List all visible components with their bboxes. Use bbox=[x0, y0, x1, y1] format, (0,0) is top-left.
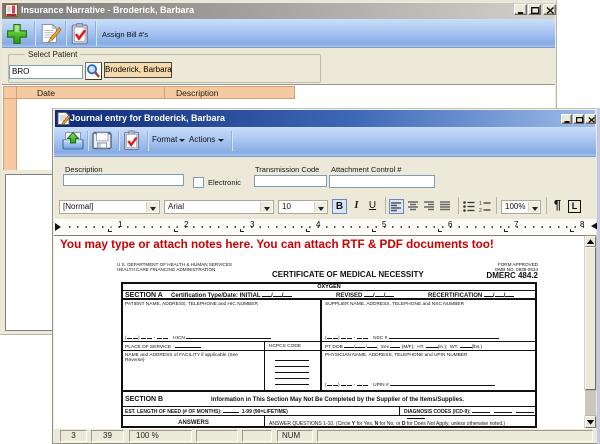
svg-text:1: 1 bbox=[479, 201, 482, 207]
svg-text:2: 2 bbox=[479, 208, 482, 212]
